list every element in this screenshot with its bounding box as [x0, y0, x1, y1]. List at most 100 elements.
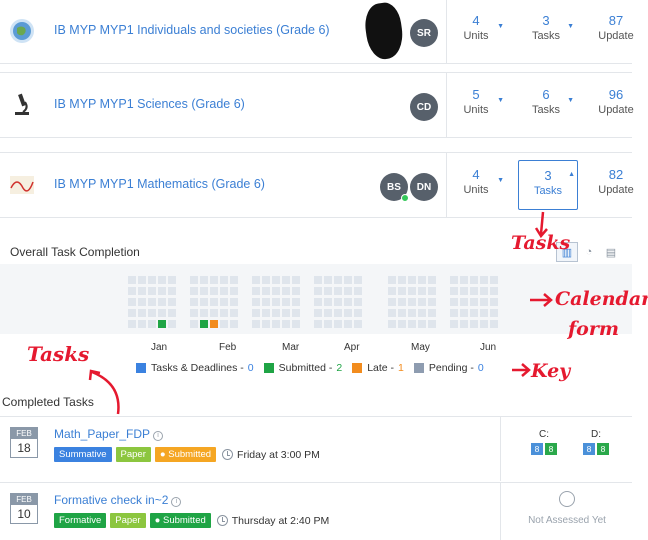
heatmap-cell[interactable] [220, 276, 228, 284]
heatmap-cell[interactable] [190, 287, 198, 295]
heatmap-cell[interactable] [408, 287, 416, 295]
heatmap-cell[interactable] [282, 320, 290, 328]
heatmap-cell[interactable] [314, 287, 322, 295]
heatmap-cell[interactable] [418, 276, 426, 284]
legend-item-tasks[interactable]: Tasks & Deadlines -0 [136, 362, 254, 374]
heatmap-cell[interactable] [354, 298, 362, 306]
heatmap-cell[interactable] [230, 320, 238, 328]
heatmap-cell[interactable] [470, 298, 478, 306]
heatmap-cell[interactable] [282, 276, 290, 284]
heatmap-cell[interactable] [324, 320, 332, 328]
heatmap-cell[interactable] [490, 298, 498, 306]
heatmap-cell[interactable] [158, 276, 166, 284]
heatmap-cell[interactable] [490, 320, 498, 328]
heatmap-cell[interactable] [168, 276, 176, 284]
heatmap-cell[interactable] [418, 320, 426, 328]
heatmap-cell[interactable] [292, 287, 300, 295]
heatmap-cell[interactable] [200, 276, 208, 284]
heatmap-cell[interactable] [200, 287, 208, 295]
heatmap-cell[interactable] [408, 276, 416, 284]
heatmap-cell[interactable] [158, 298, 166, 306]
heatmap-cell[interactable] [480, 287, 488, 295]
course-title[interactable]: IB MYP MYP1 Individuals and societies (G… [54, 23, 330, 37]
heatmap-cell[interactable] [450, 309, 458, 317]
heatmap-cell[interactable] [388, 309, 396, 317]
heatmap-cell[interactable] [128, 298, 136, 306]
heatmap-cell[interactable] [450, 287, 458, 295]
heatmap-cell[interactable] [418, 287, 426, 295]
heatmap-cell[interactable] [210, 298, 218, 306]
heatmap-cell[interactable] [480, 298, 488, 306]
heatmap-cell[interactable] [148, 309, 156, 317]
heatmap-cell[interactable] [490, 309, 498, 317]
heatmap-cell[interactable] [262, 287, 270, 295]
heatmap-cell[interactable] [354, 276, 362, 284]
heatmap-cell[interactable] [272, 320, 280, 328]
heatmap-cell[interactable] [388, 287, 396, 295]
heatmap-cell[interactable] [138, 298, 146, 306]
heatmap-cell[interactable] [230, 287, 238, 295]
heatmap-cell[interactable] [388, 298, 396, 306]
heatmap-cell[interactable] [128, 287, 136, 295]
heatmap-cell[interactable] [428, 276, 436, 284]
heatmap-cell[interactable] [428, 298, 436, 306]
heatmap-cell[interactable] [344, 320, 352, 328]
heatmap-cell[interactable] [418, 309, 426, 317]
heatmap-cell[interactable] [408, 309, 416, 317]
heatmap-cell[interactable] [220, 298, 228, 306]
legend-item-late[interactable]: Late -1 [352, 362, 404, 374]
heatmap-cell[interactable] [158, 287, 166, 295]
heatmap-cell[interactable] [210, 276, 218, 284]
heatmap-cell[interactable] [168, 298, 176, 306]
heatmap-cell[interactable] [354, 309, 362, 317]
heatmap-cell[interactable] [388, 276, 396, 284]
heatmap-cell[interactable] [334, 298, 342, 306]
heatmap-cell[interactable] [128, 320, 136, 328]
heatmap-cell[interactable] [292, 276, 300, 284]
heatmap-cell[interactable] [460, 309, 468, 317]
heatmap-cell[interactable] [428, 320, 436, 328]
heatmap-cell[interactable] [200, 309, 208, 317]
heatmap-cell[interactable] [334, 287, 342, 295]
heatmap-cell[interactable] [148, 276, 156, 284]
heatmap-cell[interactable] [398, 276, 406, 284]
heatmap-cell[interactable] [272, 287, 280, 295]
heatmap-cell[interactable] [230, 309, 238, 317]
heatmap-cell[interactable] [450, 276, 458, 284]
heatmap-cell[interactable] [398, 309, 406, 317]
heatmap-cell[interactable] [190, 320, 198, 328]
heatmap-cell[interactable] [408, 298, 416, 306]
heatmap-cell[interactable] [324, 309, 332, 317]
heatmap-cell[interactable] [220, 309, 228, 317]
heatmap-cell[interactable] [272, 298, 280, 306]
heatmap-cell[interactable] [128, 309, 136, 317]
heatmap-cell[interactable] [168, 320, 176, 328]
list-view-icon[interactable]: ▤ [600, 242, 622, 262]
heatmap-cell[interactable] [272, 309, 280, 317]
heatmap-cell[interactable] [398, 320, 406, 328]
tasks-stat[interactable]: 6 Tasks ▼ [516, 87, 576, 118]
legend-item-submitted[interactable]: Submitted -2 [263, 362, 342, 374]
heatmap-cell[interactable] [398, 298, 406, 306]
task-name[interactable]: Formative check in~2 i [54, 493, 182, 507]
heatmap-cell[interactable] [314, 309, 322, 317]
heatmap-cell[interactable] [148, 298, 156, 306]
heatmap-cell[interactable] [210, 309, 218, 317]
heatmap-cell[interactable] [158, 320, 166, 328]
heatmap-cell[interactable] [252, 298, 260, 306]
heatmap-cell[interactable] [418, 298, 426, 306]
heatmap-cell[interactable] [398, 287, 406, 295]
heatmap-cell[interactable] [252, 287, 260, 295]
heatmap-cell[interactable] [490, 276, 498, 284]
heatmap-cell[interactable] [354, 287, 362, 295]
heatmap-cell[interactable] [210, 320, 218, 328]
heatmap-cell[interactable] [324, 276, 332, 284]
heatmap-cell[interactable] [148, 287, 156, 295]
updates-stat[interactable]: 82 Update [586, 167, 646, 198]
heatmap-cell[interactable] [252, 320, 260, 328]
heatmap-cell[interactable] [128, 276, 136, 284]
task-name[interactable]: Math_Paper_FDP i [54, 427, 164, 441]
heatmap-cell[interactable] [314, 298, 322, 306]
heatmap-cell[interactable] [200, 298, 208, 306]
heatmap-cell[interactable] [200, 320, 208, 328]
